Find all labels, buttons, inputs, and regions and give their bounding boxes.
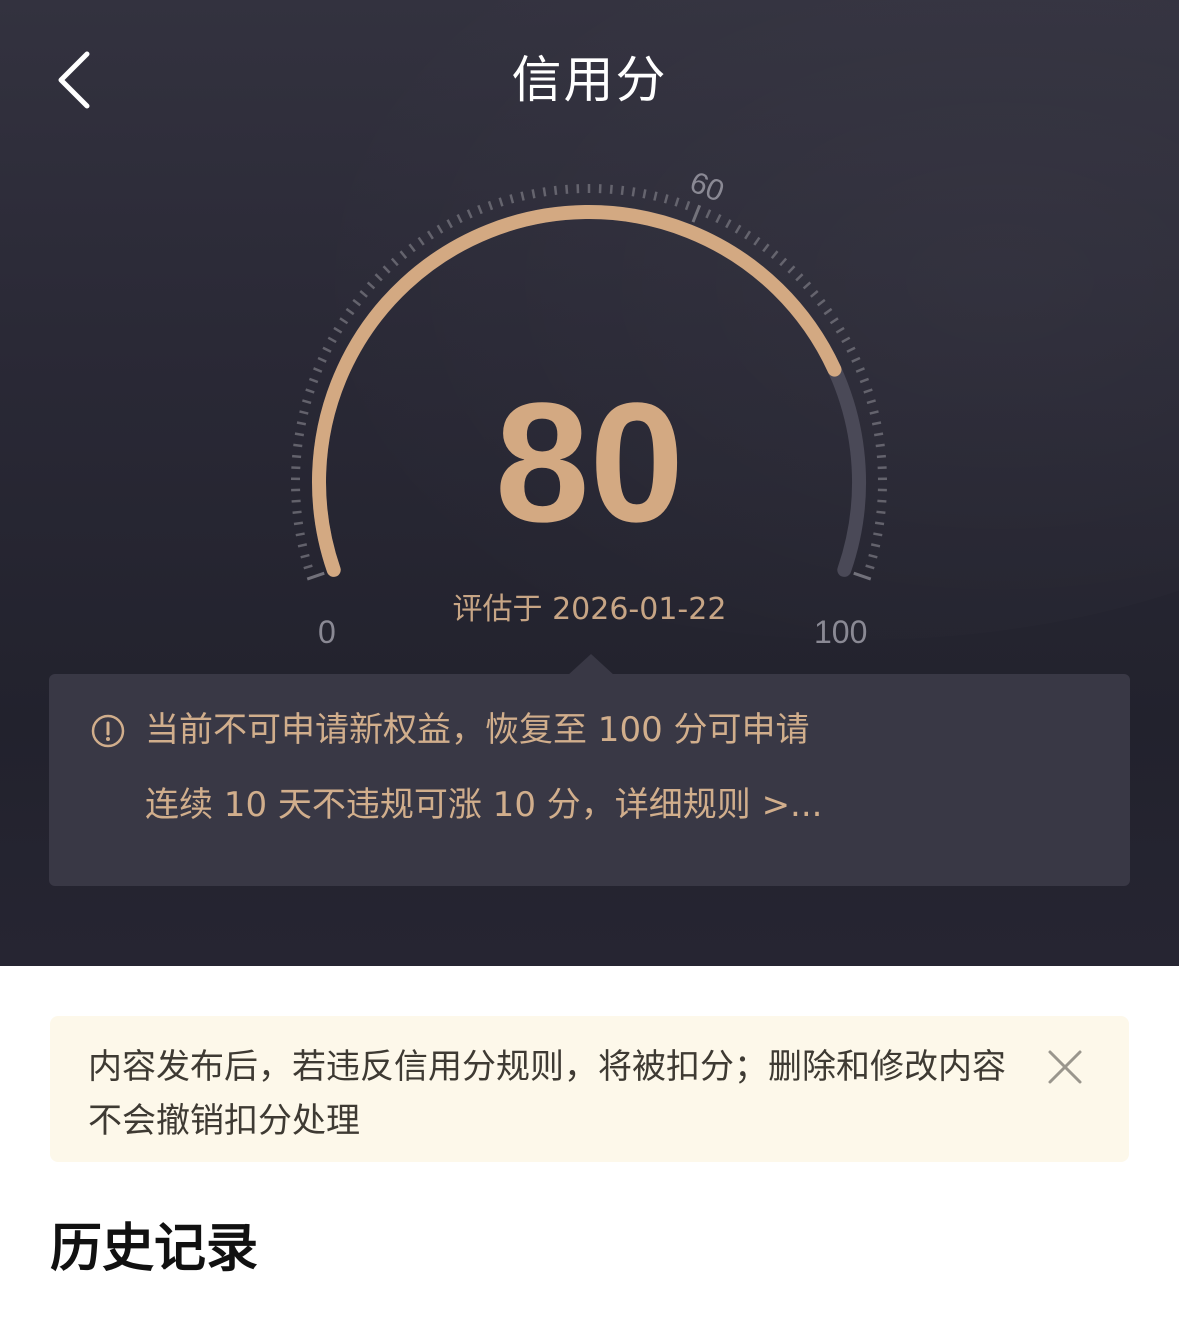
gauge-tick (374, 273, 383, 282)
gauge-tick (509, 194, 515, 204)
gauge-tick (802, 281, 812, 290)
gauge-marker-label: 60 (685, 166, 728, 209)
gauge-tick (390, 257, 399, 267)
gauge-tick (436, 224, 444, 234)
gauge-tick (345, 307, 355, 316)
gauge-tick (868, 553, 878, 559)
gauge-tick (663, 194, 669, 204)
info-circle-icon (91, 714, 125, 748)
gauge-tick (520, 191, 525, 201)
gauge-tick (609, 184, 613, 194)
tip-banner: 内容发布后，若违反信用分规则，将被扣分；删除和修改内容不会撤销扣分处理 (50, 1016, 1129, 1162)
gauge-tick (417, 236, 425, 246)
gauge-tick (753, 236, 761, 246)
gauge-tick (851, 356, 861, 363)
gauge-tick (366, 281, 376, 290)
gauge-tick (684, 200, 691, 211)
gauge-tick (653, 191, 658, 201)
credit-hero: 信用分 60 80 评估于 2026-01-22 0 100 当前不可申请新权益… (0, 0, 1179, 966)
gauge-tick (399, 250, 408, 259)
gauge-tick (795, 273, 804, 282)
gauge-tick (466, 209, 473, 219)
gauge-tick (303, 564, 313, 570)
gauge-tick (382, 265, 391, 274)
gauge-tick (725, 219, 732, 229)
gauge-tick (744, 230, 752, 240)
gauge-tick (565, 184, 569, 194)
gauge-tick (542, 187, 547, 197)
gauge-tick (553, 185, 558, 196)
gauge-tick (322, 346, 332, 353)
gauge-tick (631, 187, 636, 197)
close-icon (1048, 1050, 1082, 1084)
history-section-title: 历史记录 (50, 1219, 259, 1279)
gauge-tick (359, 290, 368, 298)
gauge-tick (498, 197, 504, 207)
gauge-tick (620, 185, 625, 196)
gauge-tick (865, 564, 875, 570)
gauge-tick (313, 367, 323, 373)
gauge-tick (829, 317, 839, 325)
gauge-tick (446, 219, 453, 229)
gauge-tick (734, 224, 742, 234)
tip-text: 内容发布后，若违反信用分规则，将被扣分；删除和修改内容不会撤销扣分处理 (88, 1047, 1006, 1141)
gauge-tick (642, 189, 647, 199)
gauge-tick (339, 317, 349, 325)
gauge-tick (810, 290, 819, 298)
gauge-tick (787, 265, 796, 274)
gauge-tick (306, 571, 325, 581)
gauge-max-label: 100 (814, 614, 868, 650)
gauge-min-label: 0 (318, 614, 336, 650)
gauge-tick (779, 257, 788, 267)
gauge-tick (853, 571, 872, 581)
evaluation-date: 评估于 2026-01-22 (452, 592, 727, 627)
gauge-tick (300, 553, 310, 559)
gauge-tick (426, 230, 434, 240)
gauge-tick (841, 336, 851, 344)
gauge-tick (531, 189, 536, 199)
gauge-tick (691, 204, 702, 223)
gauge-tick (762, 243, 770, 253)
gauge-tick (846, 346, 856, 353)
notice-status-text: 当前不可申请新权益，恢复至 100 分可申请 (145, 710, 810, 750)
credit-notice-card: 当前不可申请新权益，恢复至 100 分可申请 连续 10 天不违规可涨 10 分… (49, 674, 1130, 886)
gauge-tick (456, 213, 463, 224)
notice-rules-link[interactable]: 连续 10 天不违规可涨 10 分，详细规则 >... (145, 783, 822, 827)
gauge-tick (674, 197, 680, 207)
gauge-tick (333, 326, 343, 334)
gauge-tick (835, 326, 845, 334)
gauge-tick (408, 243, 416, 253)
notice-line-status: 当前不可申请新权益，恢复至 100 分可申请 (91, 708, 810, 752)
gauge-tick (816, 298, 826, 307)
gauge-tick (823, 307, 833, 316)
gauge-tick (705, 209, 712, 219)
gauge-tick (487, 200, 494, 211)
gauge-tick (855, 367, 865, 373)
gauge-tick (715, 213, 722, 224)
gauge-tick (317, 356, 327, 363)
gauge-tick (477, 204, 483, 215)
gauge-tick (327, 336, 337, 344)
credit-score-value: 80 (494, 368, 685, 558)
gauge-tick (770, 250, 779, 259)
close-tip-button[interactable] (1044, 1046, 1086, 1088)
notice-pointer (567, 654, 615, 676)
gauge-tick (352, 298, 362, 307)
